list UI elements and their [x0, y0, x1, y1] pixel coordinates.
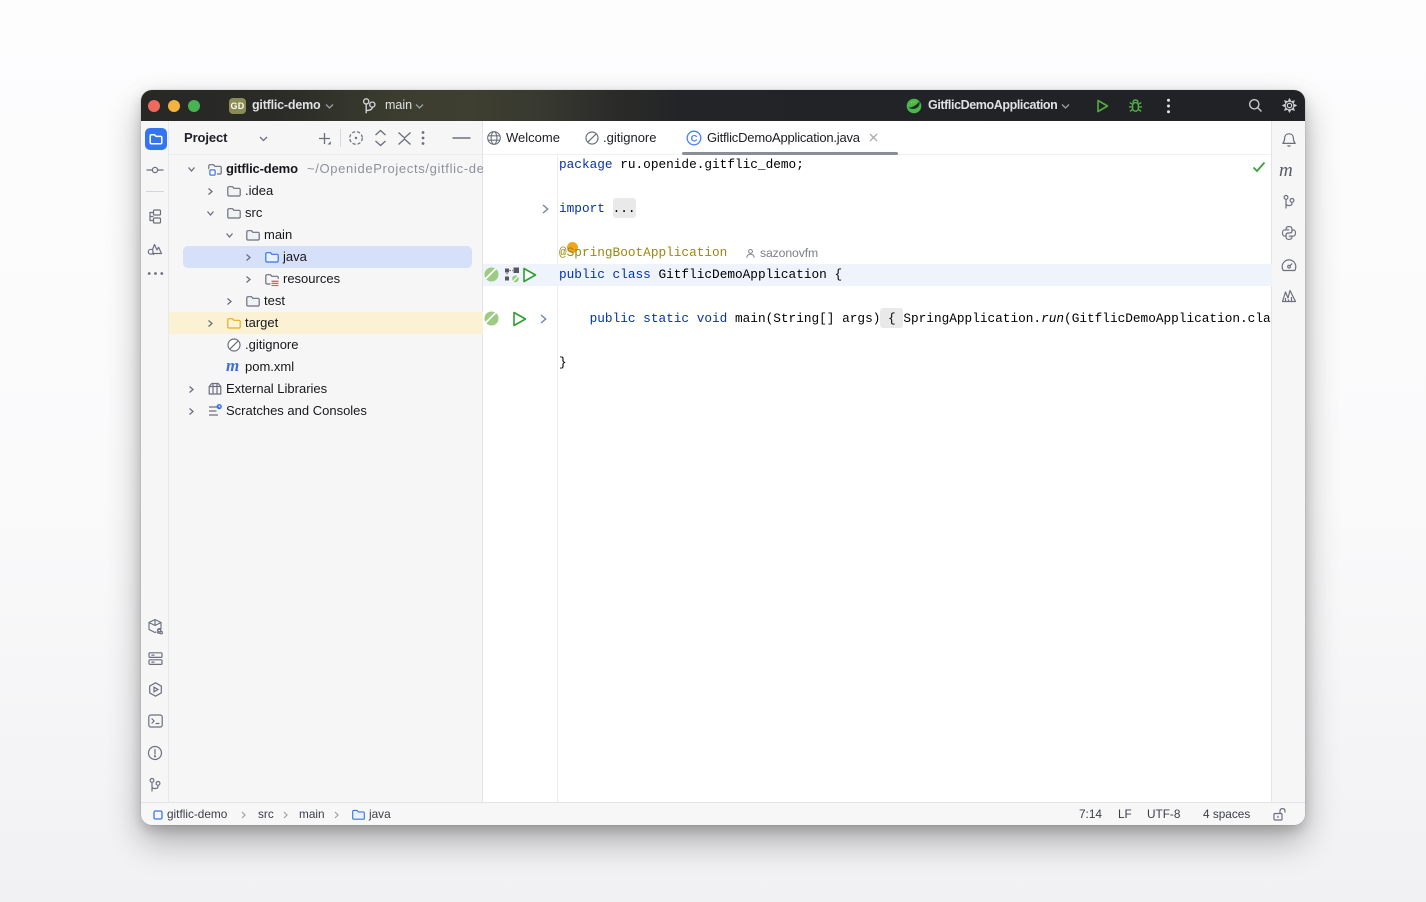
svg-text:C: C: [691, 134, 698, 145]
